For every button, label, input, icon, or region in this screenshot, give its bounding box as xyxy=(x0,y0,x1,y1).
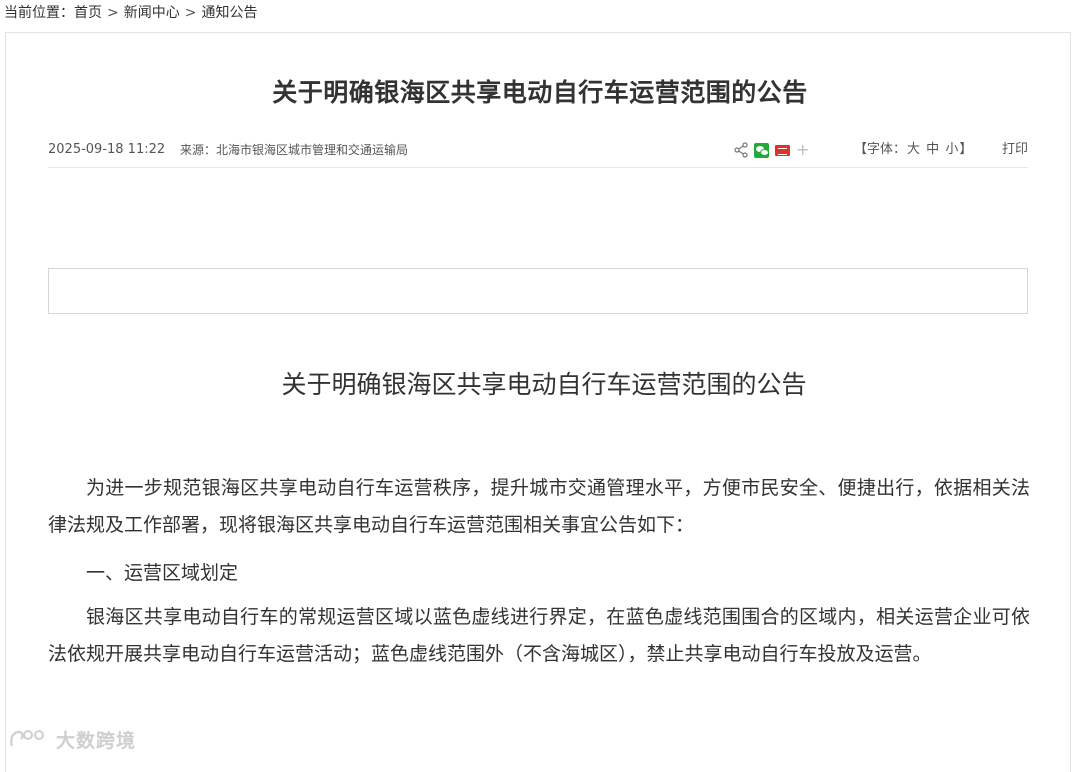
watermark: 大数跨境 xyxy=(8,726,136,752)
breadcrumb-notice-link[interactable]: 通知公告 xyxy=(201,5,257,21)
meta-divider xyxy=(48,167,1028,168)
article-source: 来源：北海市银海区城市管理和交通运输局 xyxy=(180,143,409,157)
font-size-small-button[interactable]: 小 xyxy=(945,142,958,157)
font-size-medium-button[interactable]: 中 xyxy=(926,142,939,157)
font-size-control: 【字体：大 中 小】 xyxy=(854,139,972,161)
breadcrumb-prefix: 当前位置： xyxy=(4,5,74,21)
body-paragraph: 为进一步规范银海区共享电动自行车运营秩序，提升城市交通管理水平，方便市民安全、便… xyxy=(48,477,1030,536)
toutiao-icon[interactable] xyxy=(775,144,790,156)
article-meta: 2025-09-18 11:22 来源：北海市银海区城市管理和交通运输局 + 【… xyxy=(48,139,1028,161)
breadcrumb-separator: > xyxy=(107,5,119,21)
breadcrumb: 当前位置：首页 > 新闻中心 > 通知公告 xyxy=(4,3,257,23)
content-title: 关于明确银海区共享电动自行车运营范围的公告 xyxy=(281,370,807,399)
breadcrumb-news-link[interactable]: 新闻中心 xyxy=(124,5,180,21)
font-size-close: 】 xyxy=(959,142,973,157)
publish-date: 2025-09-18 11:22 xyxy=(48,142,166,157)
font-size-large-button[interactable]: 大 xyxy=(907,142,920,157)
share-bar: + xyxy=(734,141,809,159)
font-size-label: 【字体： xyxy=(854,142,907,157)
watermark-logo-icon xyxy=(8,728,52,750)
share-icon[interactable] xyxy=(734,142,748,158)
print-button[interactable]: 打印 xyxy=(1002,139,1028,161)
wechat-icon[interactable] xyxy=(754,142,769,158)
breadcrumb-home-link[interactable]: 首页 xyxy=(74,5,102,21)
empty-content-box xyxy=(48,268,1028,314)
watermark-text: 大数跨境 xyxy=(56,729,137,752)
article-title: 关于明确银海区共享电动自行车运营范围的公告 xyxy=(272,78,808,107)
section-heading: 一、运营区域划定 xyxy=(86,562,239,584)
plus-icon[interactable]: + xyxy=(796,142,809,158)
breadcrumb-separator: > xyxy=(184,5,197,21)
body-paragraph: 银海区共享电动自行车的常规运营区域以蓝色虚线进行界定，在蓝色虚线范围围合的区域内… xyxy=(48,606,1030,665)
article-body: 为进一步规范银海区共享电动自行车运营秩序，提升城市交通管理水平，方便市民安全、便… xyxy=(48,470,1030,673)
